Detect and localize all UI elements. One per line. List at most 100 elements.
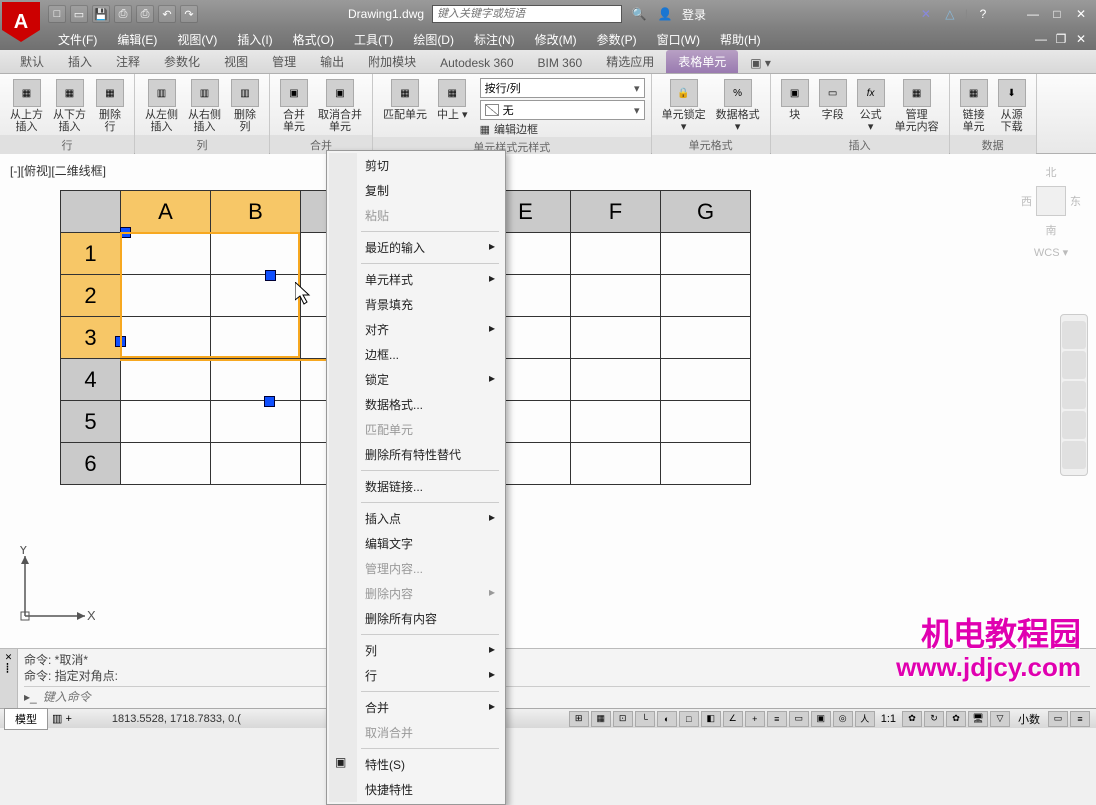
exchange-icon[interactable]: ✕: [917, 5, 935, 23]
context-menu-item[interactable]: 最近的输入: [329, 235, 503, 260]
cell-lock-button[interactable]: 🔒单元锁定▾: [658, 77, 710, 135]
viewcube-west[interactable]: 西: [1021, 193, 1032, 209]
viewcube-wcs[interactable]: WCS ▾: [1021, 246, 1081, 259]
command-input[interactable]: [43, 690, 1090, 704]
tab-featured[interactable]: 精选应用: [594, 50, 666, 73]
merge-cells-button[interactable]: ▣合并单元: [276, 77, 312, 135]
context-menu-item[interactable]: 行: [329, 663, 503, 688]
context-menu-item[interactable]: 特性(S)▣: [329, 752, 503, 777]
context-menu-item[interactable]: 数据链接...: [329, 474, 503, 499]
status-clean-icon[interactable]: ▭: [1048, 711, 1068, 727]
insert-formula-button[interactable]: fx公式▾: [853, 77, 889, 135]
context-menu-item[interactable]: 列: [329, 638, 503, 663]
status-monitor-icon[interactable]: 🖥: [968, 711, 988, 727]
context-menu-item[interactable]: 对齐: [329, 317, 503, 342]
status-gear-icon[interactable]: ✿: [902, 711, 922, 727]
context-menu-item[interactable]: 插入点: [329, 506, 503, 531]
viewcube-top-face[interactable]: [1036, 186, 1066, 216]
a360-icon[interactable]: △: [941, 5, 959, 23]
menu-dimension[interactable]: 标注(N): [464, 31, 525, 48]
insert-col-right-button[interactable]: ▥从右侧插入: [184, 77, 225, 135]
link-cell-button[interactable]: ▦链接单元: [956, 77, 992, 135]
help-icon[interactable]: ?: [974, 5, 992, 23]
row-header[interactable]: 1: [61, 233, 121, 275]
status-dyn-icon[interactable]: +: [745, 711, 765, 727]
download-source-button[interactable]: ⬇从源下载: [994, 77, 1030, 135]
status-ratio[interactable]: 1:1: [877, 713, 900, 725]
tab-manage[interactable]: 管理: [260, 50, 308, 73]
close-icon[interactable]: ✕: [1072, 5, 1090, 23]
context-menu-item[interactable]: 锁定: [329, 367, 503, 392]
menu-param[interactable]: 参数(P): [587, 31, 647, 48]
menu-help[interactable]: 帮助(H): [710, 31, 771, 48]
tab-annotate[interactable]: 注释: [104, 50, 152, 73]
context-menu-item[interactable]: 单元样式: [329, 267, 503, 292]
status-polar-icon[interactable]: ◐: [657, 711, 677, 727]
menu-view[interactable]: 视图(V): [167, 31, 227, 48]
status-qp-icon[interactable]: ▣: [811, 711, 831, 727]
viewcube[interactable]: 北 西 东 南 WCS ▾: [1021, 164, 1081, 259]
col-header[interactable]: B: [211, 191, 301, 233]
edit-border-link[interactable]: ▦编辑边框: [480, 121, 645, 137]
context-menu-item[interactable]: 编辑文字: [329, 531, 503, 556]
context-menu-item[interactable]: 删除所有内容: [329, 606, 503, 631]
row-header[interactable]: 3: [61, 317, 121, 359]
viewcube-east[interactable]: 东: [1070, 193, 1081, 209]
viewcube-south[interactable]: 南: [1021, 222, 1081, 238]
navbar-zoom-icon[interactable]: [1062, 381, 1086, 409]
status-mode[interactable]: 小数: [1012, 711, 1046, 727]
status-otrack-icon[interactable]: ∠: [723, 711, 743, 727]
row-header[interactable]: 4: [61, 359, 121, 401]
data-format-button[interactable]: %数据格式▾: [712, 77, 764, 135]
status-sc-icon[interactable]: ◎: [833, 711, 853, 727]
context-menu-item[interactable]: 背景填充: [329, 292, 503, 317]
tab-expand-icon[interactable]: ▣ ▾: [738, 53, 783, 73]
menu-draw[interactable]: 绘图(D): [403, 31, 464, 48]
status-grid-icon[interactable]: ▦: [591, 711, 611, 727]
cmdline-close-icon[interactable]: ✕┋: [0, 649, 18, 708]
insert-row-above-button[interactable]: ▦从上方插入: [6, 77, 47, 135]
selection-grip[interactable]: [265, 270, 276, 281]
status-lwt-icon[interactable]: ≡: [767, 711, 787, 727]
status-ortho-icon[interactable]: └: [635, 711, 655, 727]
context-menu-item[interactable]: 边框...: [329, 342, 503, 367]
status-anno-icon[interactable]: 人: [855, 711, 875, 727]
login-label[interactable]: 登录: [682, 6, 706, 23]
drawing-canvas[interactable]: [-][俯视][二维线框] A B E F G 1 2 3 4 5 6: [0, 154, 1096, 686]
col-header[interactable]: G: [661, 191, 751, 233]
search-icon[interactable]: 🔍: [630, 5, 648, 23]
tab-parametric[interactable]: 参数化: [152, 50, 212, 73]
status-tpy-icon[interactable]: ▭: [789, 711, 809, 727]
tab-default[interactable]: 默认: [8, 50, 56, 73]
menu-tools[interactable]: 工具(T): [344, 31, 403, 48]
unmerge-cells-button[interactable]: ▣取消合并单元: [314, 77, 366, 135]
cellstyle-row-dropdown[interactable]: 按行/列: [480, 78, 645, 98]
navbar-showmotion-icon[interactable]: [1062, 441, 1086, 469]
tab-a360[interactable]: Autodesk 360: [428, 53, 525, 73]
maximize-icon[interactable]: □: [1048, 5, 1066, 23]
tab-addon[interactable]: 附加模块: [356, 50, 428, 73]
selection-grip[interactable]: [264, 396, 275, 407]
context-menu-item[interactable]: 复制: [329, 178, 503, 203]
row-header[interactable]: 2: [61, 275, 121, 317]
tab-tablecell[interactable]: 表格单元: [666, 50, 738, 73]
menu-format[interactable]: 格式(O): [283, 31, 344, 48]
open-icon[interactable]: ▭: [70, 5, 88, 23]
navbar-pan-icon[interactable]: [1062, 351, 1086, 379]
menu-modify[interactable]: 修改(M): [525, 31, 587, 48]
manage-content-button[interactable]: ▦管理单元内容: [891, 77, 943, 135]
tab-bim360[interactable]: BIM 360: [526, 53, 595, 73]
delete-row-button[interactable]: ▦删除行: [92, 77, 128, 135]
tab-view[interactable]: 视图: [212, 50, 260, 73]
insert-block-button[interactable]: ▣块: [777, 77, 813, 123]
insert-col-left-button[interactable]: ▥从左侧插入: [141, 77, 182, 135]
align-button[interactable]: ▦中上 ▾: [433, 77, 472, 123]
save-icon[interactable]: 💾: [92, 5, 110, 23]
navbar-orbit-icon[interactable]: [1062, 411, 1086, 439]
cellstyle-none-dropdown[interactable]: 无: [480, 100, 645, 120]
insert-row-below-button[interactable]: ▦从下方插入: [49, 77, 90, 135]
selection-grip[interactable]: [115, 336, 126, 347]
navbar-wheel-icon[interactable]: [1062, 321, 1086, 349]
menu-window[interactable]: 窗口(W): [647, 31, 710, 48]
context-menu-item[interactable]: 快捷特性: [329, 777, 503, 802]
